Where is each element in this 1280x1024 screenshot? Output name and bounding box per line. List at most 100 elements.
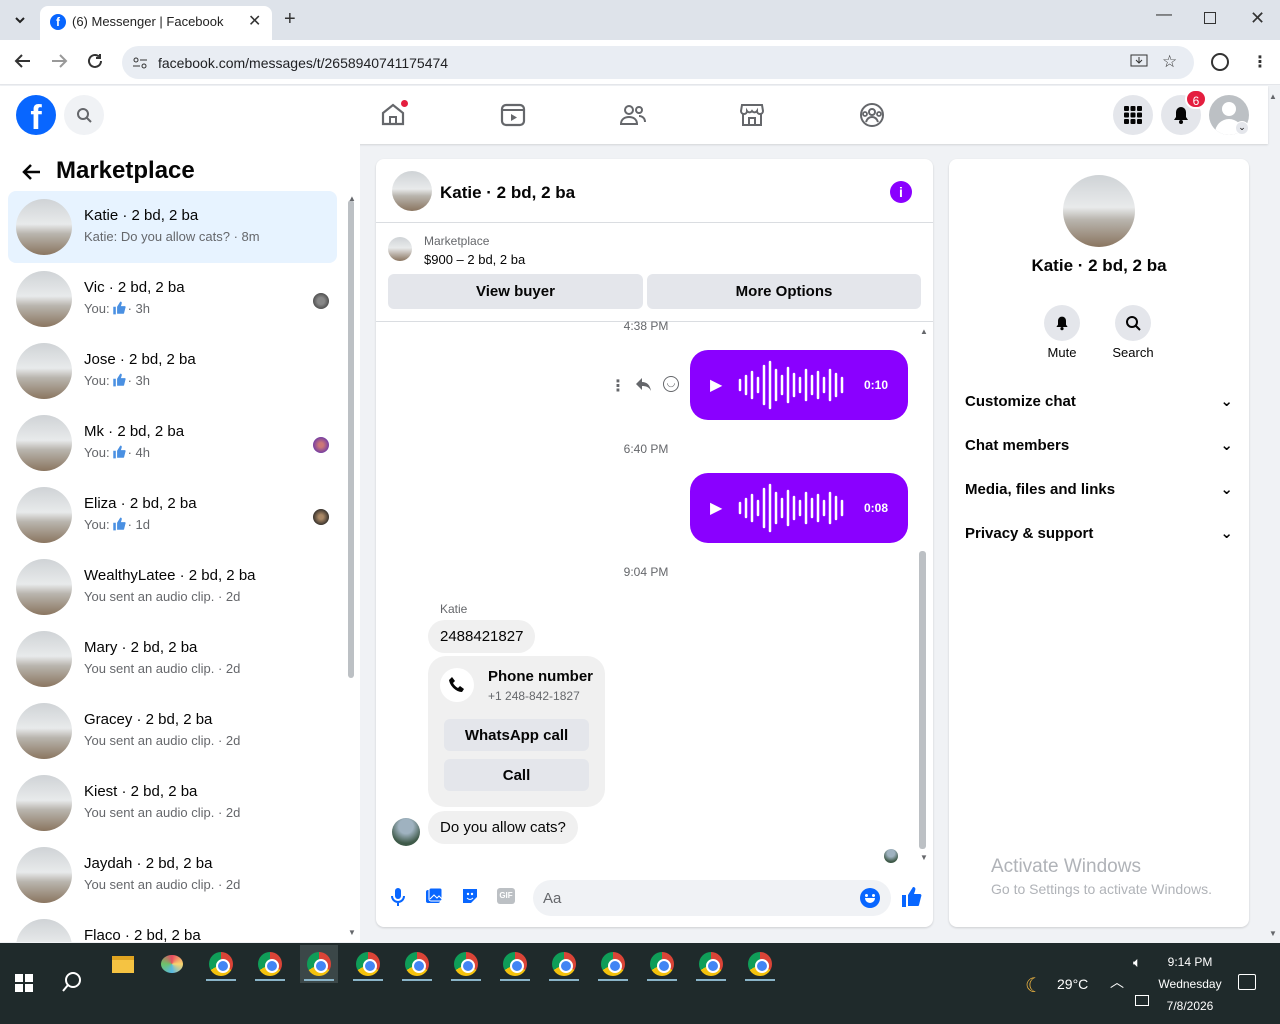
back-icon[interactable] [14,52,32,70]
nav-marketplace-icon[interactable] [737,100,767,130]
listing-title[interactable]: $900 – 2 bd, 2 ba [424,252,525,267]
view-buyer-button[interactable]: View buyer [388,274,643,309]
chrome-menu-icon[interactable]: ⋮ [1252,52,1268,72]
details-avatar[interactable] [1063,175,1135,247]
taskbar-chrome-icon[interactable] [398,945,436,983]
page-scroll-up-icon[interactable]: ▲ [1269,92,1277,101]
conversation-item[interactable]: Gracey · 2 bd, 2 ba You sent an audio cli… [8,695,337,767]
conversation-item[interactable]: Mk · 2 bd, 2 ba You: · 4h [8,407,337,479]
customize-chat-section[interactable]: Customize chat ⌄ [965,386,1233,416]
taskbar-chrome-icon[interactable] [692,945,730,983]
reload-icon[interactable] [86,52,104,70]
conversation-item[interactable]: WealthyLatee · 2 bd, 2 ba You sent an aud… [8,551,337,623]
menu-grid-button[interactable] [1113,95,1153,135]
paint-app-icon[interactable] [153,945,191,983]
taskbar-chrome-icon[interactable] [594,945,632,983]
nav-home-icon[interactable] [378,100,408,130]
omnibox[interactable]: facebook.com/messages/t/2658940741175474… [122,46,1194,79]
clock-time[interactable]: 9:14 PM [1150,955,1230,969]
photo-icon[interactable] [425,887,443,905]
taskbar-search-icon[interactable] [61,971,83,993]
file-explorer-icon[interactable] [104,945,142,983]
taskbar-chrome-icon[interactable] [251,945,289,983]
conversation-item[interactable]: Eliza · 2 bd, 2 ba You: · 1d [8,479,337,551]
message-bubble[interactable]: Do you allow cats? [428,811,578,844]
scroll-down-icon[interactable]: ▼ [920,853,928,862]
clock-date[interactable]: 7/8/2026 [1150,999,1230,1013]
site-info-icon[interactable] [132,55,148,71]
search-button[interactable] [64,95,104,135]
scroll-down-icon[interactable]: ▼ [348,928,356,937]
nav-reels-icon[interactable] [498,100,528,130]
conversation-item[interactable]: Vic · 2 bd, 2 ba You: · 3h [8,263,337,335]
audio-message-1[interactable]: ▶ 0:10 [690,350,908,420]
account-chevron-icon[interactable]: ⌄ [1235,121,1249,135]
sticker-icon[interactable] [461,887,479,905]
sidebar-scrollbar[interactable] [348,200,354,678]
taskbar-chrome-icon[interactable] [643,945,681,983]
scroll-up-icon[interactable]: ▲ [348,194,356,203]
play-icon[interactable]: ▶ [710,375,722,395]
call-button[interactable]: Call [444,759,589,791]
audio-message-2[interactable]: ▶ 0:08 [690,473,908,543]
scroll-up-icon[interactable]: ▲ [920,327,928,336]
more-options-button[interactable]: More Options [647,274,921,309]
message-bubble[interactable]: 2488421827 [428,620,536,653]
conversation-item[interactable]: Mary · 2 bd, 2 ba You sent an audio clip.… [8,623,337,695]
chat-avatar[interactable] [392,171,432,211]
reply-icon[interactable] [634,375,652,393]
mute-button[interactable] [1044,305,1080,341]
weather-temp[interactable]: 29°C [1057,976,1088,992]
conversation-item[interactable]: Katie · 2 bd, 2 ba Katie: Do you allow ca… [8,191,337,263]
network-icon[interactable] [1135,995,1149,1006]
notification-center-icon[interactable] [1238,974,1256,990]
media-files-links-section[interactable]: Media, files and links ⌄ [965,474,1233,504]
nav-groups-icon[interactable] [857,100,887,130]
message-input[interactable]: Aa [533,880,891,916]
restore-icon[interactable] [1204,12,1216,24]
play-icon[interactable]: ▶ [710,498,722,518]
conversation-item[interactable]: Jose · 2 bd, 2 ba You: · 3h [8,335,337,407]
new-tab-icon[interactable]: + [284,8,296,31]
emoji-icon[interactable] [860,888,880,908]
tab-search-icon[interactable] [10,10,30,30]
gif-icon[interactable]: GIF [497,888,515,904]
taskbar-chrome-icon[interactable] [300,945,338,983]
conversation-item[interactable]: Flaco · 2 bd, 2 ba [8,911,337,942]
install-app-icon[interactable] [1130,54,1148,70]
bookmark-star-icon[interactable]: ☆ [1162,52,1177,72]
tab-close-icon[interactable]: ✕ [248,11,261,31]
tray-chevron-icon[interactable]: ︿ [1110,972,1124,992]
forward-icon[interactable] [50,52,68,70]
taskbar-chrome-icon[interactable] [447,945,485,983]
message-more-icon[interactable]: ⋮ [610,376,626,396]
search-in-chat-button[interactable] [1115,305,1151,341]
taskbar-chrome-icon[interactable] [496,945,534,983]
clock-day[interactable]: Wednesday [1150,977,1230,991]
info-icon[interactable]: i [890,181,912,203]
minimize-icon[interactable]: — [1156,6,1172,24]
windows-start-icon[interactable] [15,974,33,992]
facebook-logo-icon[interactable]: f [16,95,56,135]
taskbar-chrome-icon[interactable] [202,945,240,983]
conversation-item[interactable]: Kiest · 2 bd, 2 ba You sent an audio clip… [8,767,337,839]
whatsapp-call-button[interactable]: WhatsApp call [444,719,589,751]
react-icon[interactable]: ◡ [663,376,679,392]
taskbar-chrome-icon[interactable] [741,945,779,983]
listing-thumbnail[interactable] [388,237,412,261]
back-arrow-icon[interactable] [22,162,42,182]
chat-title[interactable]: Katie · 2 bd, 2 ba [440,183,575,203]
browser-tab[interactable]: f (6) Messenger | Facebook ✕ [40,6,272,40]
volume-icon[interactable]: 🔈︎ [1133,954,1141,971]
url-text[interactable]: facebook.com/messages/t/2658940741175474 [158,55,448,71]
privacy-support-section[interactable]: Privacy & support ⌄ [965,518,1233,548]
profile-icon[interactable] [1211,53,1229,71]
page-scroll-down-icon[interactable]: ▼ [1269,929,1277,938]
sender-avatar[interactable] [392,818,420,846]
nav-friends-icon[interactable] [618,100,648,130]
like-thumb-icon[interactable] [900,886,922,908]
chat-scrollbar[interactable] [919,551,926,849]
taskbar-chrome-icon[interactable] [349,945,387,983]
taskbar-chrome-icon[interactable] [545,945,583,983]
conversation-item[interactable]: Jaydah · 2 bd, 2 ba You sent an audio cli… [8,839,337,911]
